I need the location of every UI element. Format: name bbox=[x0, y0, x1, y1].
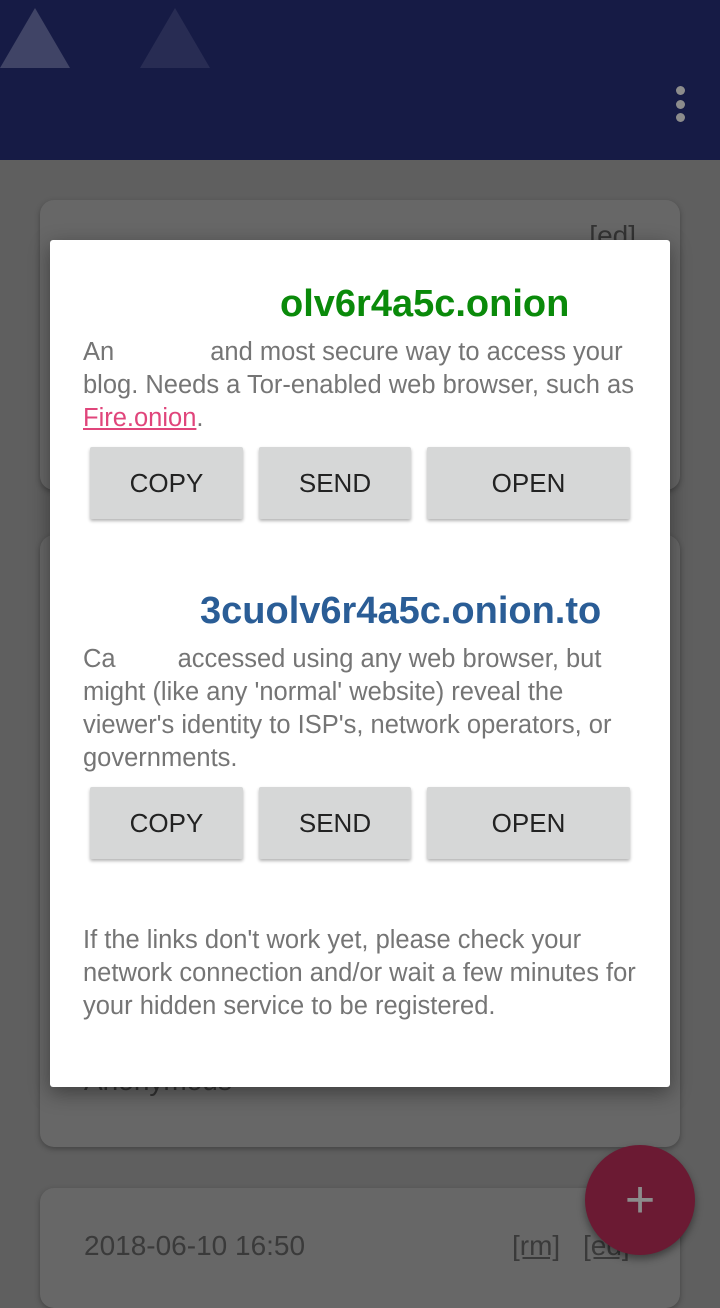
app-bar bbox=[0, 0, 720, 160]
clearnet-open-button[interactable]: OPEN bbox=[427, 787, 630, 859]
post-card: 2018-06-10 16:50 [rm] [ed] bbox=[40, 1188, 680, 1308]
onion-description: An and most secure way to access your blo… bbox=[83, 338, 634, 432]
clearnet-description: Ca accessed using any web browser, but mi… bbox=[83, 645, 612, 772]
remove-link[interactable]: [rm] bbox=[512, 1230, 560, 1262]
onion-address: olv6r4a5c.onion bbox=[280, 283, 570, 325]
add-icon: + bbox=[624, 1171, 656, 1229]
onion-copy-button[interactable]: COPY bbox=[90, 447, 243, 519]
connection-note: If the links don't work yet, please chec… bbox=[83, 926, 636, 1020]
share-dialog: olv6r4a5c.onion An and most secure way to… bbox=[50, 240, 670, 1087]
onion-send-button[interactable]: SEND bbox=[259, 447, 411, 519]
clearnet-send-button[interactable]: SEND bbox=[259, 787, 411, 859]
onion-open-button[interactable]: OPEN bbox=[427, 447, 630, 519]
post-date: 2018-06-10 16:50 bbox=[84, 1230, 306, 1261]
add-post-button[interactable]: + bbox=[585, 1145, 695, 1255]
clearnet-address: 3cuolv6r4a5c.onion.to bbox=[200, 590, 602, 632]
decorative-triangle bbox=[140, 8, 210, 68]
decorative-triangle bbox=[0, 8, 70, 68]
clearnet-copy-button[interactable]: COPY bbox=[90, 787, 243, 859]
more-vert-icon[interactable] bbox=[674, 86, 686, 122]
fire-onion-link[interactable]: Fire.onion bbox=[83, 404, 196, 432]
